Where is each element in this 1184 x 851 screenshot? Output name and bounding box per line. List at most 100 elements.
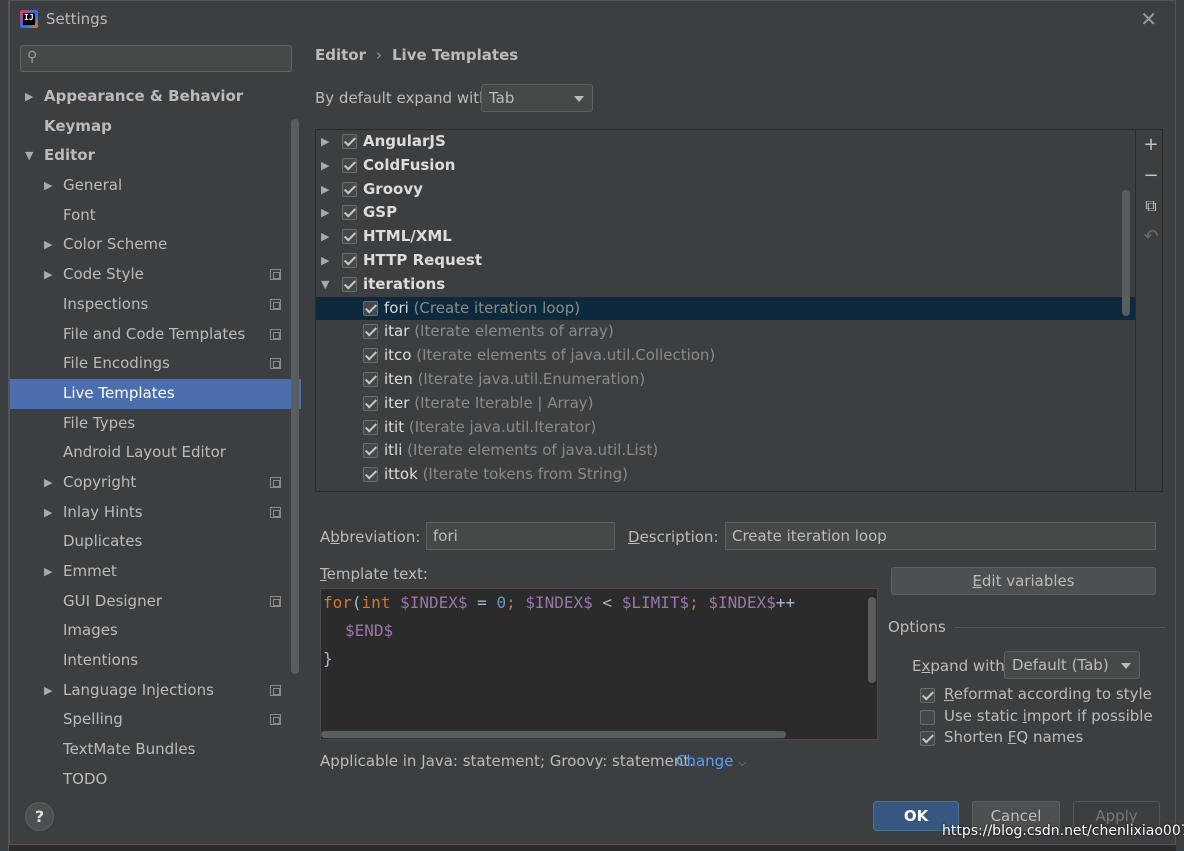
- template-desc: (Iterate java.util.Enumeration): [417, 369, 646, 388]
- breadcrumb: Editor › Live Templates: [315, 46, 518, 64]
- templates-scrollbar[interactable]: [1122, 190, 1130, 316]
- template-row-selected[interactable]: fori (Create iteration loop): [316, 296, 1135, 321]
- template-group-row[interactable]: ▶ HTTP Request: [316, 249, 1135, 273]
- group-checkbox[interactable]: [342, 252, 357, 268]
- revert-icon[interactable]: ↶: [1142, 228, 1160, 246]
- sidebar-item-editor[interactable]: ▼ Editor: [10, 141, 301, 171]
- sidebar-item-copyright[interactable]: ▶ Copyright: [10, 468, 301, 498]
- group-checkbox[interactable]: [342, 181, 357, 197]
- breadcrumb-current: Live Templates: [392, 46, 519, 64]
- sidebar-item-intentions[interactable]: Intentions: [10, 646, 301, 676]
- template-text-editor[interactable]: for(int $INDEX$ = 0; $INDEX$ < $LIMIT$; …: [320, 588, 878, 740]
- editor-horizontal-scrollbar[interactable]: [321, 731, 786, 738]
- expand-arrow-icon: ▶: [44, 238, 53, 252]
- intellij-app-icon: IJ: [20, 10, 38, 28]
- description-label: Description:: [628, 528, 719, 546]
- default-expand-dropdown[interactable]: Tab: [481, 84, 593, 112]
- sidebar-item-live-templates[interactable]: Live Templates: [10, 378, 301, 409]
- settings-search-input[interactable]: ⚲: [20, 45, 292, 72]
- template-checkbox[interactable]: [363, 467, 378, 483]
- sidebar-item-android-layout-editor[interactable]: Android Layout Editor: [10, 438, 301, 468]
- group-checkbox[interactable]: [342, 205, 357, 221]
- template-group-row[interactable]: ▶ HTML/XML: [316, 225, 1135, 249]
- code-token: 0: [496, 593, 507, 612]
- template-row[interactable]: itit (Iterate java.util.Iterator): [316, 416, 1135, 440]
- project-scope-icon: [270, 476, 281, 488]
- reformat-checkbox[interactable]: [920, 688, 935, 703]
- abbreviation-input[interactable]: fori: [426, 522, 615, 550]
- template-checkbox[interactable]: [363, 443, 378, 459]
- change-context-link[interactable]: Change ⌵: [676, 752, 747, 770]
- sidebar-item-label: Code Style: [63, 265, 144, 284]
- group-name: Groovy: [363, 179, 423, 198]
- template-row[interactable]: iten (Iterate java.util.Enumeration): [316, 368, 1135, 392]
- template-row[interactable]: itli (Iterate elements of java.util.List…: [316, 439, 1135, 463]
- close-icon[interactable]: ✕: [1140, 7, 1157, 31]
- sidebar-item-images[interactable]: Images: [10, 616, 301, 646]
- sidebar-item-code-style[interactable]: ▶ Code Style: [10, 260, 301, 290]
- group-name: HTML/XML: [363, 227, 452, 246]
- sidebar-item-inspections[interactable]: Inspections: [10, 290, 301, 320]
- label-mnemonic: b: [330, 528, 340, 546]
- help-button[interactable]: ?: [25, 802, 54, 831]
- sidebar-item-file-encodings[interactable]: File Encodings: [10, 349, 301, 379]
- template-row[interactable]: ittok (Iterate tokens from String): [316, 463, 1135, 487]
- template-group-row[interactable]: ▼ iterations: [316, 273, 1135, 297]
- template-checkbox[interactable]: [363, 348, 378, 364]
- template-group-row[interactable]: ▶ AngularJS: [316, 130, 1135, 154]
- template-checkbox[interactable]: [363, 371, 378, 387]
- expand-with-dropdown[interactable]: Default (Tab): [1004, 651, 1140, 679]
- template-row[interactable]: iter (Iterate Iterable | Array): [316, 392, 1135, 416]
- group-checkbox[interactable]: [342, 276, 357, 292]
- sidebar-item-emmet[interactable]: ▶ Emmet: [10, 557, 301, 587]
- sidebar-scrollbar[interactable]: [291, 119, 299, 674]
- expand-arrow-icon: ▶: [321, 158, 330, 172]
- template-group-row[interactable]: ▶ Groovy: [316, 178, 1135, 202]
- project-scope-icon: [270, 684, 281, 696]
- static-import-checkbox[interactable]: [920, 710, 935, 725]
- template-row[interactable]: itco (Iterate elements of java.util.Coll…: [316, 344, 1135, 368]
- expand-arrow-icon: ▶: [321, 253, 330, 267]
- title-bar: IJ Settings ✕: [10, 1, 1175, 37]
- project-scope-icon: [270, 506, 281, 518]
- sidebar-item-textmate-bundles[interactable]: TextMate Bundles: [10, 735, 301, 765]
- sidebar-item-spelling[interactable]: Spelling: [10, 705, 301, 735]
- sidebar-item-appearance-behavior[interactable]: ▶ Appearance & Behavior: [10, 82, 301, 112]
- group-checkbox[interactable]: [342, 229, 357, 245]
- template-checkbox[interactable]: [363, 300, 378, 316]
- shorten-fq-checkbox[interactable]: [920, 731, 935, 746]
- template-group-row[interactable]: ▶ ColdFusion: [316, 154, 1135, 178]
- abbreviation-label: Abbreviation:: [320, 528, 420, 546]
- sidebar-item-todo[interactable]: TODO: [10, 765, 301, 786]
- group-checkbox[interactable]: [342, 157, 357, 173]
- settings-dialog: IJ Settings ✕ ⚲ ▶ Appearance & Behavior K…: [9, 0, 1176, 845]
- sidebar-item-keymap[interactable]: Keymap: [10, 112, 301, 142]
- sidebar-item-color-scheme[interactable]: ▶ Color Scheme: [10, 230, 301, 260]
- label-part: Shorten: [944, 728, 1008, 746]
- template-checkbox[interactable]: [363, 324, 378, 340]
- sidebar-item-font[interactable]: Font: [10, 201, 301, 231]
- template-checkbox[interactable]: [363, 395, 378, 411]
- sidebar-item-duplicates[interactable]: Duplicates: [10, 527, 301, 557]
- template-checkbox[interactable]: [363, 419, 378, 435]
- edit-variables-button[interactable]: Edit variables: [891, 567, 1156, 595]
- template-row[interactable]: itar (Iterate elements of array): [316, 320, 1135, 344]
- code-token: $LIMIT$: [621, 593, 690, 612]
- sidebar-item-file-code-templates[interactable]: File and Code Templates: [10, 320, 301, 350]
- remove-icon[interactable]: −: [1142, 167, 1160, 185]
- template-desc: (Iterate Iterable | Array): [414, 393, 594, 412]
- dropdown-value: Tab: [489, 89, 515, 107]
- sidebar-item-language-injections[interactable]: ▶ Language Injections: [10, 676, 301, 706]
- label-mnemonic: D: [628, 528, 640, 546]
- template-group-row[interactable]: ▶ GSP: [316, 201, 1135, 225]
- project-scope-icon: [270, 358, 281, 370]
- add-icon[interactable]: +: [1142, 136, 1160, 154]
- group-checkbox[interactable]: [342, 134, 357, 149]
- description-input[interactable]: Create iteration loop: [725, 522, 1156, 550]
- sidebar-item-file-types[interactable]: File Types: [10, 409, 301, 439]
- copy-icon[interactable]: ⧉: [1142, 197, 1160, 215]
- sidebar-item-gui-designer[interactable]: GUI Designer: [10, 587, 301, 617]
- editor-vertical-scrollbar[interactable]: [868, 597, 876, 683]
- sidebar-item-inlay-hints[interactable]: ▶ Inlay Hints: [10, 498, 301, 528]
- sidebar-item-general[interactable]: ▶ General: [10, 171, 301, 201]
